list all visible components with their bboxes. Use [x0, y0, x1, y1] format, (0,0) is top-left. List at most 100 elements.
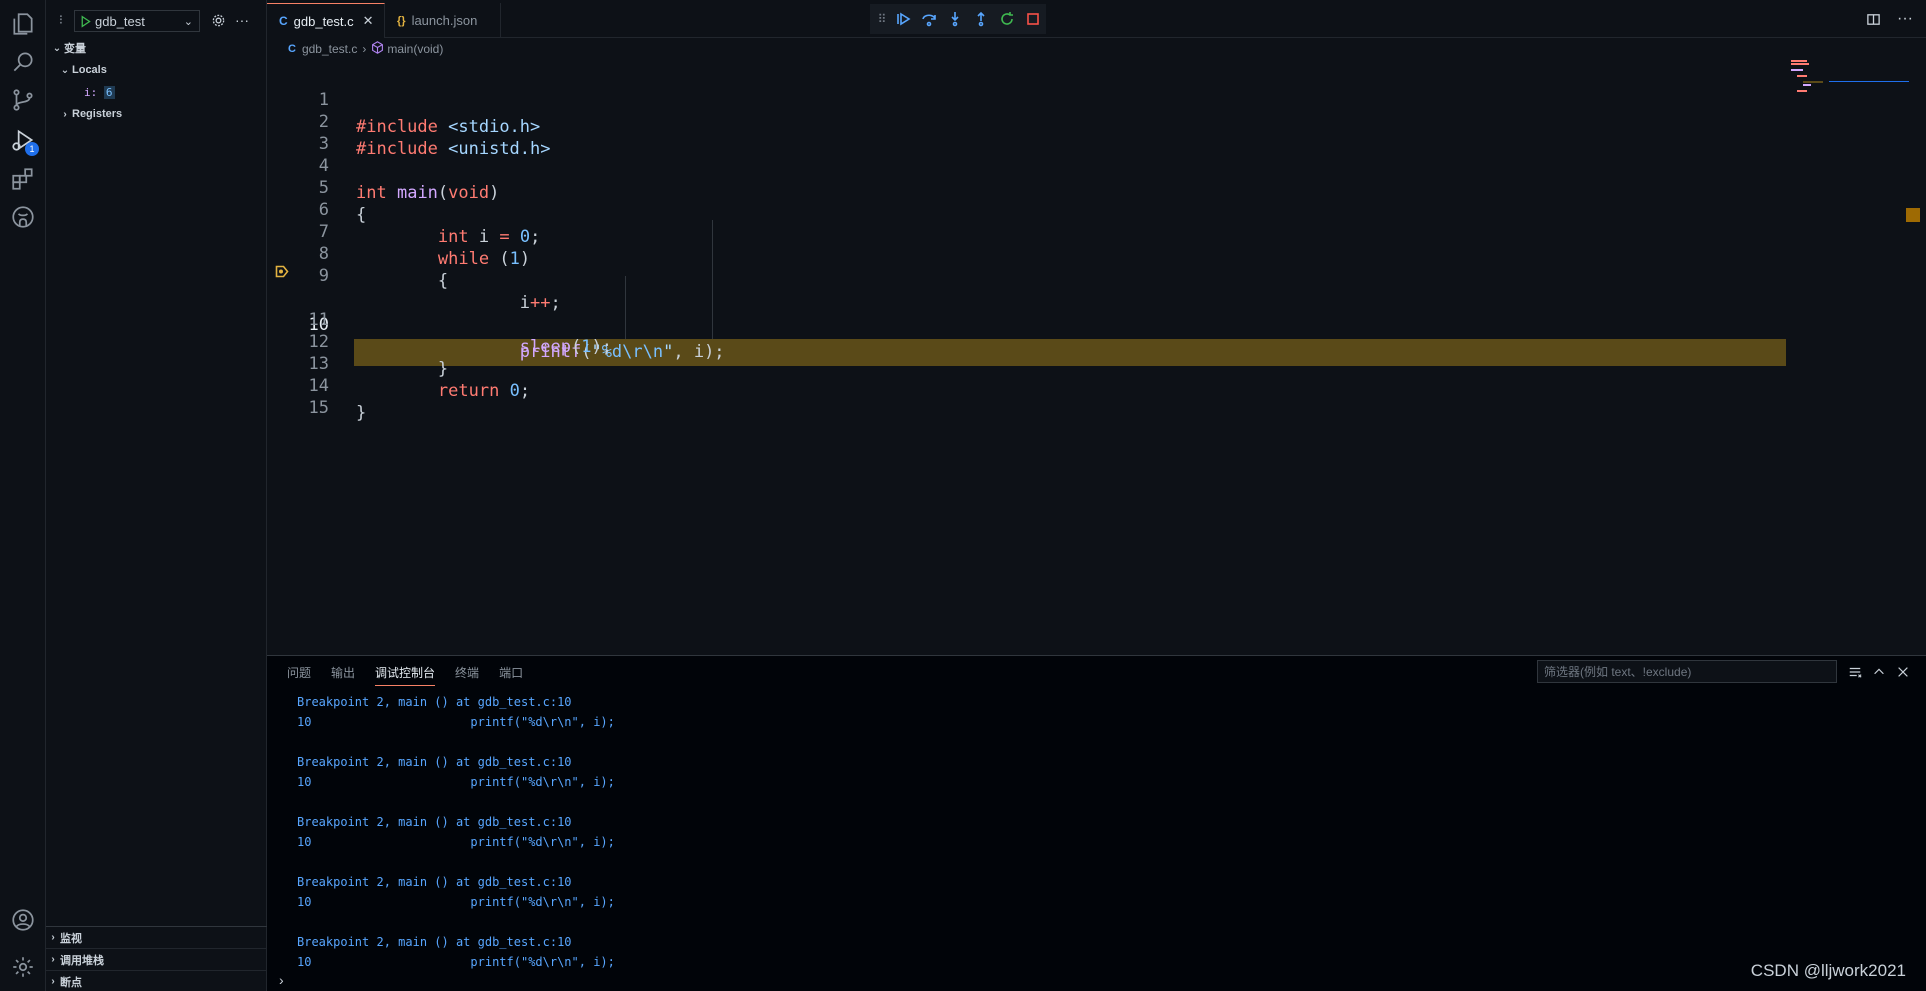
tab-problems[interactable]: 问题: [287, 664, 311, 686]
clear-console-icon[interactable]: [1847, 664, 1863, 680]
callstack-section-header[interactable]: › 调用堆栈: [46, 949, 267, 971]
variables-title: 变量: [64, 43, 86, 55]
tab-debug-console[interactable]: 调试控制台: [375, 664, 436, 686]
start-debug-icon[interactable]: [75, 14, 95, 28]
watermark: CSDN @lljwork2021: [1750, 961, 1906, 980]
variable-name: i:: [84, 85, 98, 99]
tab-launch-json[interactable]: {} launch.json: [385, 3, 501, 38]
maximize-panel-icon[interactable]: [1871, 664, 1887, 680]
vscode-window: 1 ⁝ gdb_test ⌄ ··· ⌄ 变量 ⌄ Locals i: 6 › …: [0, 0, 1926, 991]
console-entry: Breakpoint 2, main () at gdb_test.c:10 1…: [297, 932, 1897, 991]
console-entry: Breakpoint 2, main () at gdb_test.c:10 1…: [297, 752, 1897, 812]
chevron-right-icon: ›: [63, 108, 67, 120]
breakpoints-title: 断点: [60, 976, 82, 989]
watch-title: 监视: [60, 932, 82, 945]
chevron-right-icon: ›: [51, 932, 55, 943]
scrollbar-position-marker[interactable]: [1906, 208, 1920, 222]
chevron-right-icon: ›: [51, 954, 55, 965]
console-line: Breakpoint 2, main () at gdb_test.c:10: [297, 815, 572, 829]
continue-icon[interactable]: [894, 10, 912, 28]
code-text: }: [356, 403, 367, 423]
console-entry: Breakpoint 2, main () at gdb_test.c:10 1…: [297, 812, 1897, 872]
stop-icon[interactable]: [1024, 10, 1042, 28]
split-editor-icon[interactable]: [1864, 10, 1882, 28]
line-number: 15: [308, 398, 329, 418]
debug-sidebar: ⁝ gdb_test ⌄ ··· ⌄ 变量 ⌄ Locals i: 6 › Re…: [46, 0, 267, 991]
more-actions-icon[interactable]: ···: [233, 11, 251, 29]
chevron-down-icon: ⌄: [60, 64, 70, 76]
callstack-title: 调用堆栈: [60, 954, 104, 967]
chevron-right-icon: ›: [362, 42, 367, 56]
restart-icon[interactable]: [998, 10, 1016, 28]
account-icon[interactable]: [9, 906, 37, 934]
console-entry: Breakpoint 2, main () at gdb_test.c:10 1…: [297, 692, 1897, 752]
console-line: 10 printf("%d\r\n", i);: [297, 895, 615, 909]
console-line: 10 printf("%d\r\n", i);: [297, 715, 615, 729]
debug-config-name: gdb_test: [95, 13, 145, 29]
editor-tab-bar: C gdb_test.c ✕ {} launch.json ⠿ ···: [267, 0, 1926, 38]
console-line: 10 printf("%d\r\n", i);: [297, 775, 615, 789]
panel-tab-bar: 问题 输出 调试控制台 终端 端口: [287, 664, 523, 686]
panel-actions: [1847, 664, 1911, 680]
locals-label: Locals: [72, 64, 107, 76]
variable-value: 6: [103, 85, 115, 99]
chevron-down-icon: ⌄: [52, 42, 62, 54]
close-icon[interactable]: ✕: [363, 13, 374, 29]
function-symbol-icon: [371, 41, 387, 57]
c-file-icon: C: [288, 43, 296, 55]
breadcrumb: C gdb_test.c › main(void): [288, 40, 443, 58]
minimap[interactable]: [1789, 58, 1909, 98]
explorer-icon[interactable]: [9, 10, 37, 38]
code-editor[interactable]: 1 #include <stdio.h> 2 #include <unistd.…: [267, 60, 1926, 650]
bottom-panel: 问题 输出 调试控制台 终端 端口 筛选器(例如 text、!exclude) …: [267, 655, 1926, 991]
tab-label: gdb_test.c: [293, 13, 354, 29]
step-out-icon[interactable]: [972, 10, 990, 28]
console-input-prompt[interactable]: ›: [279, 972, 284, 988]
close-panel-icon[interactable]: [1895, 664, 1911, 680]
more-actions-icon[interactable]: ···: [1896, 10, 1914, 28]
console-line: Breakpoint 2, main () at gdb_test.c:10: [297, 695, 572, 709]
console-line: Breakpoint 2, main () at gdb_test.c:10: [297, 935, 572, 949]
code-line: 15: [267, 368, 1787, 418]
console-line: 10 printf("%d\r\n", i);: [297, 955, 615, 969]
console-line: Breakpoint 2, main () at gdb_test.c:10: [297, 875, 572, 889]
debug-config-select[interactable]: gdb_test ⌄: [74, 10, 200, 32]
current-stack-frame-icon[interactable]: [275, 265, 289, 278]
tab-output[interactable]: 输出: [331, 664, 355, 686]
console-filter-input[interactable]: 筛选器(例如 text、!exclude): [1537, 660, 1837, 683]
github-icon[interactable]: [9, 203, 37, 231]
breadcrumb-symbol[interactable]: main(void): [387, 42, 443, 56]
variables-section-header[interactable]: ⌄ 变量: [50, 38, 271, 58]
breakpoints-section-header[interactable]: › 断点: [46, 971, 267, 991]
console-entry: Breakpoint 2, main () at gdb_test.c:10 1…: [297, 872, 1897, 932]
console-line: Breakpoint 2, main () at gdb_test.c:10: [297, 755, 572, 769]
more-views-icon[interactable]: ⁝: [52, 11, 70, 29]
gear-icon[interactable]: [209, 11, 227, 29]
registers-label: Registers: [72, 108, 123, 120]
search-icon[interactable]: [9, 48, 37, 76]
locals-scope[interactable]: ⌄ Locals: [58, 60, 279, 80]
run-debug-icon[interactable]: 1: [9, 126, 39, 156]
debug-console-output: Breakpoint 2, main () at gdb_test.c:10 1…: [297, 692, 1897, 991]
c-file-icon: C: [279, 14, 288, 28]
registers-scope[interactable]: › Registers: [58, 104, 279, 124]
source-control-icon[interactable]: [9, 86, 37, 114]
json-file-icon: {}: [397, 14, 406, 27]
drag-handle-icon[interactable]: ⠿: [878, 10, 887, 28]
extensions-icon[interactable]: [9, 165, 37, 193]
chevron-down-icon: ⌄: [183, 15, 193, 28]
step-into-icon[interactable]: [946, 10, 964, 28]
variable-row[interactable]: i: 6: [84, 82, 115, 102]
settings-gear-icon[interactable]: [9, 953, 37, 981]
chevron-right-icon: ›: [51, 976, 55, 987]
tab-ports[interactable]: 端口: [499, 664, 523, 686]
step-over-icon[interactable]: [920, 10, 938, 28]
activity-bar: 1: [0, 0, 46, 991]
watch-section-header[interactable]: › 监视: [46, 927, 267, 949]
tab-label: launch.json: [411, 13, 478, 28]
sidebar-bottom-sections: › 监视 › 调用堆栈 › 断点: [46, 926, 267, 991]
breadcrumb-file[interactable]: gdb_test.c: [302, 42, 357, 56]
tab-terminal[interactable]: 终端: [455, 664, 479, 686]
tab-gdb-test-c[interactable]: C gdb_test.c ✕: [267, 3, 385, 38]
debug-toolbar: ⠿: [870, 4, 1046, 34]
